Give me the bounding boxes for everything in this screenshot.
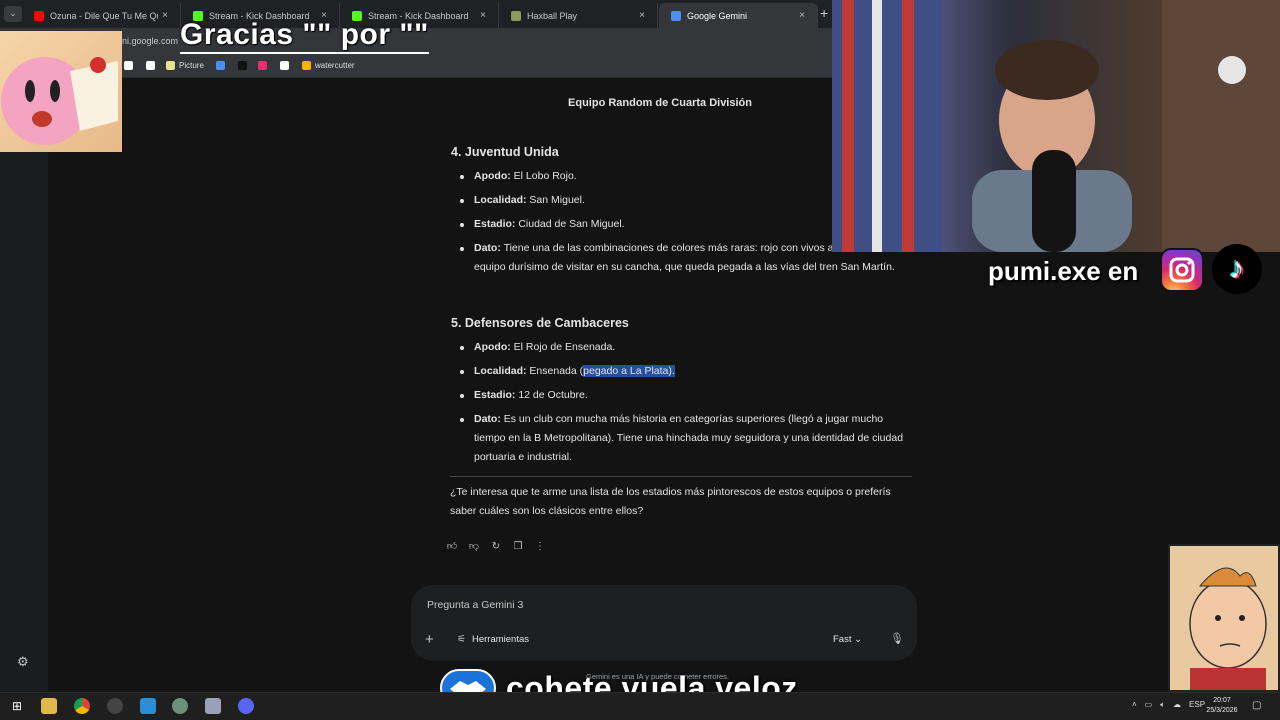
notification-icon[interactable]: ▢ [1252, 700, 1261, 711]
tab-title: Google Gemini [687, 10, 748, 21]
bookmark-icon [216, 61, 225, 70]
gracias-overlay-text: Gracias "" por "" [180, 18, 429, 54]
close-tab-icon[interactable]: × [476, 10, 490, 21]
browser-tab[interactable]: Ozuna - Dile Que Tu Me Quiere× [22, 3, 181, 28]
chrome-icon[interactable] [74, 698, 90, 714]
bookmark-icon [238, 61, 247, 70]
conversation-title: Equipo Random de Cuarta División [568, 97, 752, 109]
steam-icon[interactable] [107, 698, 123, 714]
webcam-feed [832, 0, 1280, 252]
bookmark-item[interactable] [238, 61, 251, 70]
bookmark-item[interactable]: Picture [166, 61, 204, 70]
bookmark-label: watercutter [315, 61, 355, 70]
copy-icon[interactable]: ❐ [510, 539, 526, 555]
bookmark-icon [124, 61, 133, 70]
bookmark-item[interactable]: watercutter [302, 61, 355, 70]
network-icon[interactable]: ▭ [1145, 700, 1153, 710]
regenerate-icon[interactable]: ↻ [488, 539, 504, 555]
clock[interactable]: 20:07 25/3/2026 [1204, 696, 1240, 716]
bookmark-item[interactable] [146, 61, 159, 70]
gemini-sidebar [0, 78, 48, 692]
team-heading: 4. Juventud Unida [451, 145, 559, 159]
bookmark-item[interactable] [216, 61, 229, 70]
tiktok-icon: ♪ [1212, 244, 1262, 294]
more-options-icon[interactable]: ⋮ [532, 539, 548, 555]
clock-date: 25/3/2026 [1206, 707, 1238, 714]
add-attachment-icon[interactable]: + [425, 631, 434, 648]
list-item: Dato: Es un club con mucha más historia … [460, 410, 904, 467]
browser-tab[interactable]: Haxball Play × [499, 3, 658, 28]
browser-tab[interactable]: Google Gemini × [659, 3, 818, 28]
closing-question: ¿Te interesa que te arme una lista de lo… [450, 486, 891, 517]
bookmark-icon [280, 61, 289, 70]
divider [450, 476, 912, 477]
discord-icon[interactable] [238, 698, 254, 714]
prompt-input[interactable]: Pregunta a Gemini 3 [427, 599, 523, 611]
bookmark-icon [146, 61, 155, 70]
thumb-up-icon[interactable]: 👍︎ [444, 539, 460, 555]
tintin-overlay-image [1168, 544, 1280, 692]
list-item: Apodo: El Rojo de Ensenada. [460, 338, 904, 357]
tab-search-button[interactable]: ⌄ [4, 6, 22, 22]
onedrive-icon[interactable]: ☁ [1173, 700, 1181, 710]
kirby-overlay-image [0, 31, 122, 152]
app-icon[interactable] [172, 698, 188, 714]
microphone-icon[interactable]: 🎙︎ [890, 632, 904, 645]
language-indicator[interactable]: ESP [1189, 700, 1205, 710]
prompt-box[interactable] [411, 585, 917, 661]
close-tab-icon[interactable]: × [795, 10, 809, 21]
file-explorer-icon[interactable] [41, 698, 57, 714]
selected-text[interactable]: pegado a La Plata). [583, 365, 675, 377]
tab-favicon-icon [671, 10, 681, 21]
app-icon[interactable] [140, 698, 156, 714]
app-icon[interactable] [205, 698, 221, 714]
tab-title: Haxball Play [527, 10, 578, 21]
team-heading: 5. Defensores de Cambaceres [451, 316, 629, 330]
bookmark-item[interactable] [124, 61, 137, 70]
url-text[interactable]: ni.google.com [122, 36, 178, 46]
tools-icon: ⚟ [457, 634, 466, 645]
social-handle-text: pumi.exe en [988, 256, 1139, 286]
response-actions: 👍︎ 👎︎ ↻ ❐ ⋮ [444, 539, 548, 555]
system-tray: ˄ ▭ 🔈︎ ☁ ESP [1132, 700, 1205, 710]
tools-button[interactable]: ⚟ Herramientas [457, 634, 529, 645]
tab-favicon-icon [511, 10, 521, 21]
chevron-up-icon[interactable]: ˄ [1132, 700, 1137, 710]
close-tab-icon[interactable]: × [635, 10, 649, 21]
windows-taskbar [0, 692, 1280, 720]
bookmark-icon [302, 61, 311, 70]
settings-gear-icon[interactable]: ⚙ [17, 654, 29, 670]
tab-title: Ozuna - Dile Que Tu Me Quiere [50, 10, 158, 21]
volume-icon[interactable]: 🔈︎ [1160, 700, 1165, 710]
start-windows-icon[interactable]: ⊞ [9, 698, 25, 714]
clock-time: 20:07 [1213, 697, 1231, 704]
bookmark-item[interactable] [280, 61, 293, 70]
tab-favicon-icon [34, 10, 44, 21]
list-item: Localidad: Ensenada (pegado a La Plata). [460, 362, 904, 381]
thumb-down-icon[interactable]: 👎︎ [466, 539, 482, 555]
bookmark-label: Picture [179, 61, 204, 70]
instagram-icon [1160, 248, 1204, 292]
model-mode-selector[interactable]: Fast ⌄ [833, 634, 862, 645]
new-tab-button[interactable]: + [820, 5, 828, 21]
list-item: Estadio: 12 de Octubre. [460, 386, 904, 405]
tools-label: Herramientas [471, 634, 529, 645]
bookmark-item[interactable] [258, 61, 271, 70]
bookmark-icon [258, 61, 267, 70]
close-tab-icon[interactable]: × [158, 10, 172, 21]
bookmark-icon [166, 61, 175, 70]
